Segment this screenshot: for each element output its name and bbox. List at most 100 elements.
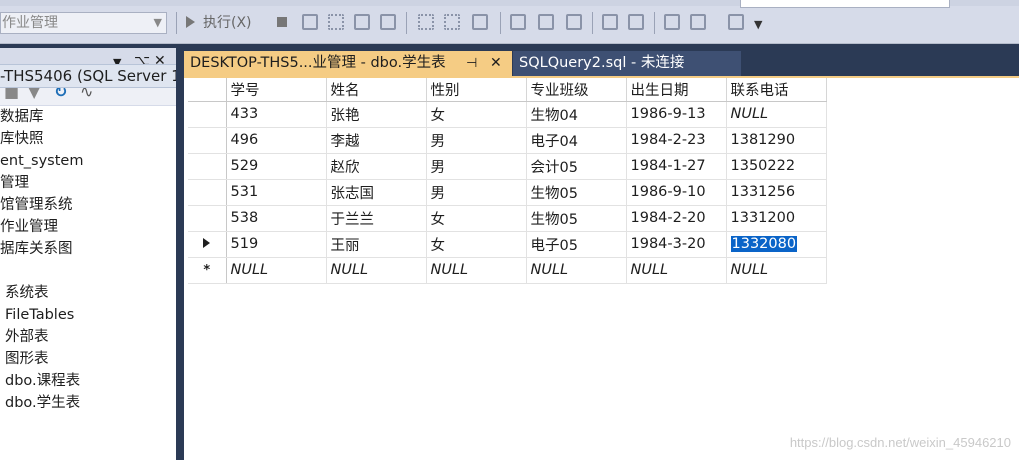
grid-cell[interactable]: 1984-3-20 [626,231,727,258]
row-header[interactable] [188,153,227,180]
grid-cell-null[interactable]: NULL [626,257,727,284]
new-row[interactable]: * NULL NULL NULL NULL NULL NULL [188,257,827,284]
database-selector[interactable]: 作业管理 ▼ [0,12,167,34]
splitter[interactable] [176,48,184,460]
tree-item-table[interactable]: dbo.学生表 [0,392,176,414]
row-header-current[interactable] [188,231,227,258]
add-derived-icon[interactable] [566,14,582,30]
grid-cell[interactable]: 531 [226,179,327,206]
tree-item-db[interactable]: 管理 [0,172,176,194]
check-syntax-icon[interactable] [302,14,318,30]
grid-cell[interactable]: 1986-9-10 [626,179,727,206]
tree-item-filetables[interactable]: FileTables [0,304,176,326]
grid-cell[interactable]: 男 [426,127,527,154]
add-table-icon[interactable] [510,14,526,30]
server-node[interactable]: -THS5406 (SQL Server 15 [0,64,176,88]
grid-cell-null[interactable]: NULL [526,257,627,284]
specify-values-icon[interactable] [728,14,744,30]
grid-cell[interactable]: 1986-9-13 [626,101,727,128]
grid-cell-null[interactable]: NULL [426,257,527,284]
grid-cell[interactable]: 519 [226,231,327,258]
grid-cell[interactable]: 1331200 [726,205,827,232]
grid-cell[interactable]: 李越 [326,127,427,154]
grid-cell[interactable]: 于兰兰 [326,205,427,232]
grid-cell[interactable]: 1984-2-20 [626,205,727,232]
grid-cell[interactable]: 496 [226,127,327,154]
tree-item-graph-tables[interactable]: 图形表 [0,348,176,370]
tree-item-diagrams[interactable]: 据库关系图 [0,238,176,260]
tree-item-db[interactable]: 作业管理 [0,216,176,238]
search-input[interactable] [740,0,950,8]
column-header[interactable]: 联系电话 [726,78,827,102]
grid-cell[interactable]: 女 [426,101,527,128]
grid-cell-null[interactable]: NULL [326,257,427,284]
column-header[interactable]: 学号 [226,78,327,102]
grid-cell[interactable]: 张艳 [326,101,427,128]
show-criteria-icon[interactable] [444,14,460,30]
selected-cell-text[interactable]: 1332080 [730,236,798,252]
grid-cell[interactable]: 1350222 [726,153,827,180]
results-to-file-icon[interactable] [380,14,396,30]
grid-cell[interactable]: 赵欣 [326,153,427,180]
grid-cell[interactable]: 529 [226,153,327,180]
table-row[interactable]: 538 于兰兰 女 生物05 1984-2-20 1331200 [188,205,827,232]
row-header[interactable] [188,205,227,232]
show-diagram-icon[interactable] [418,14,434,30]
grid-cell[interactable]: 1984-2-23 [626,127,727,154]
comment-icon[interactable] [602,14,618,30]
grid-cell[interactable]: 女 [426,205,527,232]
uncomment-icon[interactable] [628,14,644,30]
tree-item-db[interactable]: 馆管理系统 [0,194,176,216]
grid-cell-null[interactable]: NULL [226,257,327,284]
query-design-icon[interactable] [328,14,344,30]
tree-item-snapshots[interactable]: 库快照 [0,128,176,150]
close-icon[interactable]: ✕ [490,51,502,76]
grid-cell[interactable]: 电子05 [526,231,627,258]
column-header[interactable]: 专业班级 [526,78,627,102]
table-row-current[interactable]: 519 王丽 女 电子05 1984-3-20 1332080 [188,231,827,258]
table-row[interactable]: 496 李越 男 电子04 1984-2-23 1381290 [188,127,827,154]
grid-cell[interactable]: 男 [426,153,527,180]
grid-cell[interactable]: 1381290 [726,127,827,154]
grid-cell[interactable]: 538 [226,205,327,232]
tree-item-tables[interactable] [0,260,176,282]
tab-sqlquery2[interactable]: SQLQuery2.sql - 未连接 [513,51,741,76]
tab-student-table[interactable]: DESKTOP-THS5...业管理 - dbo.学生表 ⊣ ✕ [184,51,512,76]
grid-cell[interactable]: 会计05 [526,153,627,180]
chevron-down-icon[interactable]: ▼ [154,13,162,33]
table-row[interactable]: 433 张艳 女 生物04 1986-9-13 NULL [188,101,827,128]
grid-cell[interactable]: 张志国 [326,179,427,206]
group-by-icon[interactable] [538,14,554,30]
pin-icon[interactable]: ⊣ [466,51,477,76]
grid-cell[interactable]: 生物05 [526,179,627,206]
grid-cell[interactable]: 1331256 [726,179,827,206]
grid-cell[interactable]: 433 [226,101,327,128]
grid-cell[interactable]: 男 [426,179,527,206]
grid-cell[interactable]: 生物05 [526,205,627,232]
toolbar-overflow-icon[interactable]: ▼ [754,18,762,31]
show-sql-icon[interactable] [472,14,488,30]
grid-cell[interactable]: 1984-1-27 [626,153,727,180]
row-header[interactable] [188,101,227,128]
increase-indent-icon[interactable] [690,14,706,30]
row-header-corner[interactable] [188,78,227,102]
tree-item-db[interactable]: ent_system [0,150,176,172]
grid-cell[interactable]: 生物04 [526,101,627,128]
decrease-indent-icon[interactable] [664,14,680,30]
row-header[interactable] [188,127,227,154]
grid-cell[interactable]: 王丽 [326,231,427,258]
column-header[interactable]: 姓名 [326,78,427,102]
stop-icon[interactable] [277,17,287,27]
table-row[interactable]: 531 张志国 男 生物05 1986-9-10 1331256 [188,179,827,206]
results-to-text-icon[interactable] [354,14,370,30]
grid-cell-editing[interactable]: 1332080 [726,231,827,258]
execute-button[interactable]: 执行(X) [186,12,252,34]
grid-cell[interactable]: 女 [426,231,527,258]
tree-item-table[interactable]: dbo.课程表 [0,370,176,392]
tree-item-external-tables[interactable]: 外部表 [0,326,176,348]
table-row[interactable]: 529 赵欣 男 会计05 1984-1-27 1350222 [188,153,827,180]
column-header[interactable]: 出生日期 [626,78,727,102]
row-header[interactable] [188,179,227,206]
grid-cell[interactable]: 电子04 [526,127,627,154]
grid-cell-null[interactable]: NULL [726,257,827,284]
